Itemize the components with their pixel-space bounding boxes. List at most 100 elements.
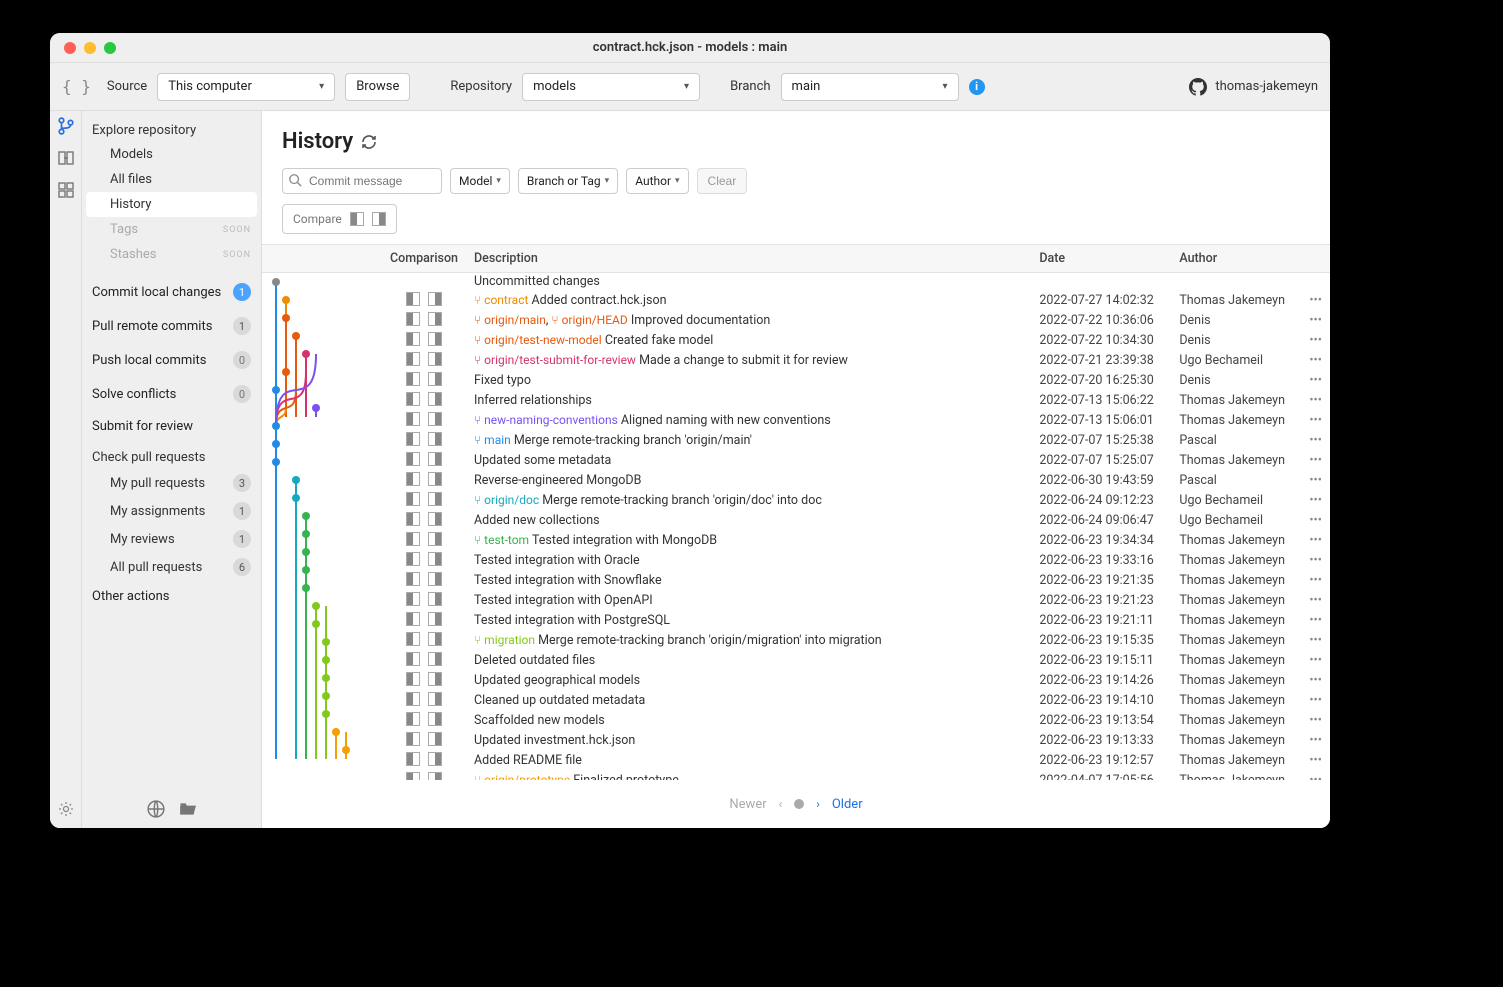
compare-right-checkbox[interactable] xyxy=(428,372,442,386)
compare-right-checkbox[interactable] xyxy=(428,732,442,746)
row-actions-button[interactable]: ••• xyxy=(1301,431,1330,451)
compare-left-checkbox[interactable] xyxy=(406,352,420,366)
row-actions-button[interactable]: ••• xyxy=(1301,611,1330,631)
table-row[interactable]: Cleaned up outdated metadata2022-06-23 1… xyxy=(262,691,1330,711)
table-row[interactable]: Added new collections2022-06-24 09:06:47… xyxy=(262,511,1330,531)
source-select[interactable]: This computer ▾ xyxy=(157,73,335,101)
close-window-button[interactable] xyxy=(64,42,76,54)
row-actions-button[interactable]: ••• xyxy=(1301,451,1330,471)
row-actions-button[interactable]: ••• xyxy=(1301,591,1330,611)
filter-author[interactable]: Author▾ xyxy=(626,168,688,194)
compare-left-checkbox[interactable] xyxy=(406,772,420,781)
compare-right-checkbox[interactable] xyxy=(428,632,442,646)
table-row[interactable]: ⑂ contract Added contract.hck.json2022-0… xyxy=(262,291,1330,311)
branch-tag[interactable]: ⑂ migration xyxy=(474,633,535,647)
table-row[interactable]: Tested integration with Oracle2022-06-23… xyxy=(262,551,1330,571)
row-actions-button[interactable]: ••• xyxy=(1301,471,1330,491)
compare-left-checkbox[interactable] xyxy=(406,512,420,526)
compare-right-checkbox[interactable] xyxy=(428,752,442,766)
diff-icon[interactable] xyxy=(57,149,75,167)
compare-left-checkbox[interactable] xyxy=(406,572,420,586)
user-menu[interactable]: thomas-jakemeyn xyxy=(1189,78,1318,96)
row-actions-button[interactable]: ••• xyxy=(1301,331,1330,351)
row-actions-button[interactable]: ••• xyxy=(1301,511,1330,531)
branch-select[interactable]: main ▾ xyxy=(781,73,959,101)
compare-right-checkbox[interactable] xyxy=(428,572,442,586)
compare-right-checkbox[interactable] xyxy=(428,672,442,686)
compare-left-checkbox[interactable] xyxy=(406,332,420,346)
compare-right-checkbox[interactable] xyxy=(428,472,442,486)
table-row[interactable]: ⑂ origin/doc Merge remote-tracking branc… xyxy=(262,491,1330,511)
branch-tag[interactable]: ⑂ origin/prototype xyxy=(474,773,570,780)
branch-tag[interactable]: ⑂ origin/doc xyxy=(474,493,539,507)
branch-tag[interactable]: ⑂ origin/HEAD xyxy=(551,313,627,327)
table-row[interactable]: ⑂ new-naming-conventions Aligned naming … xyxy=(262,411,1330,431)
row-actions-button[interactable]: ••• xyxy=(1301,751,1330,771)
compare-right-checkbox[interactable] xyxy=(428,772,442,781)
row-actions-button[interactable]: ••• xyxy=(1301,691,1330,711)
row-actions-button[interactable]: ••• xyxy=(1301,631,1330,651)
compare-right-checkbox[interactable] xyxy=(428,592,442,606)
compare-right-checkbox[interactable] xyxy=(428,312,442,326)
table-row[interactable]: ⑂ origin/main, ⑂ origin/HEAD Improved do… xyxy=(262,311,1330,331)
gear-icon[interactable] xyxy=(57,800,75,818)
table-row[interactable]: Tested integration with OpenAPI2022-06-2… xyxy=(262,591,1330,611)
refresh-icon[interactable] xyxy=(361,134,377,150)
pager-older[interactable]: Older xyxy=(832,797,863,812)
table-row[interactable]: Added README file2022-06-23 19:12:57Thom… xyxy=(262,751,1330,771)
browse-button[interactable]: Browse xyxy=(345,73,410,101)
compare-right-checkbox[interactable] xyxy=(428,432,442,446)
row-actions-button[interactable]: ••• xyxy=(1301,531,1330,551)
compare-left-checkbox[interactable] xyxy=(406,732,420,746)
sidebar-pull[interactable]: Pull remote commits1 xyxy=(82,309,261,343)
table-row[interactable]: Updated investment.hck.json2022-06-23 19… xyxy=(262,731,1330,751)
sidebar-pr-rev[interactable]: My reviews1 xyxy=(82,525,261,553)
grid-icon[interactable] xyxy=(57,181,75,199)
table-row[interactable]: ⑂ origin/test-new-model Created fake mod… xyxy=(262,331,1330,351)
branch-tag[interactable]: ⑂ main xyxy=(474,433,511,447)
table-row[interactable]: ⑂ test-tom Tested integration with Mongo… xyxy=(262,531,1330,551)
repository-select[interactable]: models ▾ xyxy=(522,73,700,101)
row-actions-button[interactable]: ••• xyxy=(1301,311,1330,331)
table-row[interactable]: Scaffolded new models2022-06-23 19:13:54… xyxy=(262,711,1330,731)
commit-search-input[interactable] xyxy=(282,168,442,194)
compare-right-checkbox[interactable] xyxy=(428,612,442,626)
folder-open-icon[interactable] xyxy=(179,800,197,818)
compare-right-checkbox[interactable] xyxy=(428,532,442,546)
compare-right-checkbox[interactable] xyxy=(428,452,442,466)
compare-left-checkbox[interactable] xyxy=(406,372,420,386)
table-row[interactable]: Updated geographical models2022-06-23 19… xyxy=(262,671,1330,691)
table-row[interactable]: Tested integration with Snowflake2022-06… xyxy=(262,571,1330,591)
table-row[interactable]: Inferred relationships2022-07-13 15:06:2… xyxy=(262,391,1330,411)
compare-right-checkbox[interactable] xyxy=(428,352,442,366)
sidebar-item-allfiles[interactable]: All files xyxy=(82,167,261,192)
compare-left-checkbox[interactable] xyxy=(406,392,420,406)
branch-tag[interactable]: ⑂ origin/main xyxy=(474,313,546,327)
compare-left-checkbox[interactable] xyxy=(406,292,420,306)
sidebar-item-history[interactable]: History xyxy=(86,192,257,217)
compare-left-checkbox[interactable] xyxy=(406,452,420,466)
compare-left-checkbox[interactable] xyxy=(406,672,420,686)
compare-left-checkbox[interactable] xyxy=(406,312,420,326)
compare-left-checkbox[interactable] xyxy=(406,492,420,506)
compare-left-checkbox[interactable] xyxy=(406,652,420,666)
table-row[interactable]: Fixed typo2022-07-20 16:25:30Denis••• xyxy=(262,371,1330,391)
table-row[interactable]: Tested integration with PostgreSQL2022-0… xyxy=(262,611,1330,631)
compare-right-checkbox[interactable] xyxy=(428,652,442,666)
compare-left-checkbox[interactable] xyxy=(406,552,420,566)
info-icon[interactable]: i xyxy=(969,79,985,95)
table-row[interactable]: ⑂ main Merge remote-tracking branch 'ori… xyxy=(262,431,1330,451)
sidebar-push[interactable]: Push local commits0 xyxy=(82,343,261,377)
row-actions-button[interactable]: ••• xyxy=(1301,571,1330,591)
row-actions-button[interactable]: ••• xyxy=(1301,771,1330,781)
sidebar-pr-asn[interactable]: My assignments1 xyxy=(82,497,261,525)
filter-model[interactable]: Model▾ xyxy=(450,168,510,194)
branch-tag[interactable]: ⑂ origin/test-submit-for-review xyxy=(474,353,636,367)
chevron-right-icon[interactable]: › xyxy=(816,797,820,811)
compare-left-checkbox[interactable] xyxy=(406,412,420,426)
compare-left-checkbox[interactable] xyxy=(406,432,420,446)
sidebar-item-models[interactable]: Models xyxy=(82,142,261,167)
sidebar-other[interactable]: Other actions xyxy=(82,581,261,612)
sidebar-pr-all[interactable]: All pull requests6 xyxy=(82,553,261,581)
branch-tag[interactable]: ⑂ new-naming-conventions xyxy=(474,413,618,427)
